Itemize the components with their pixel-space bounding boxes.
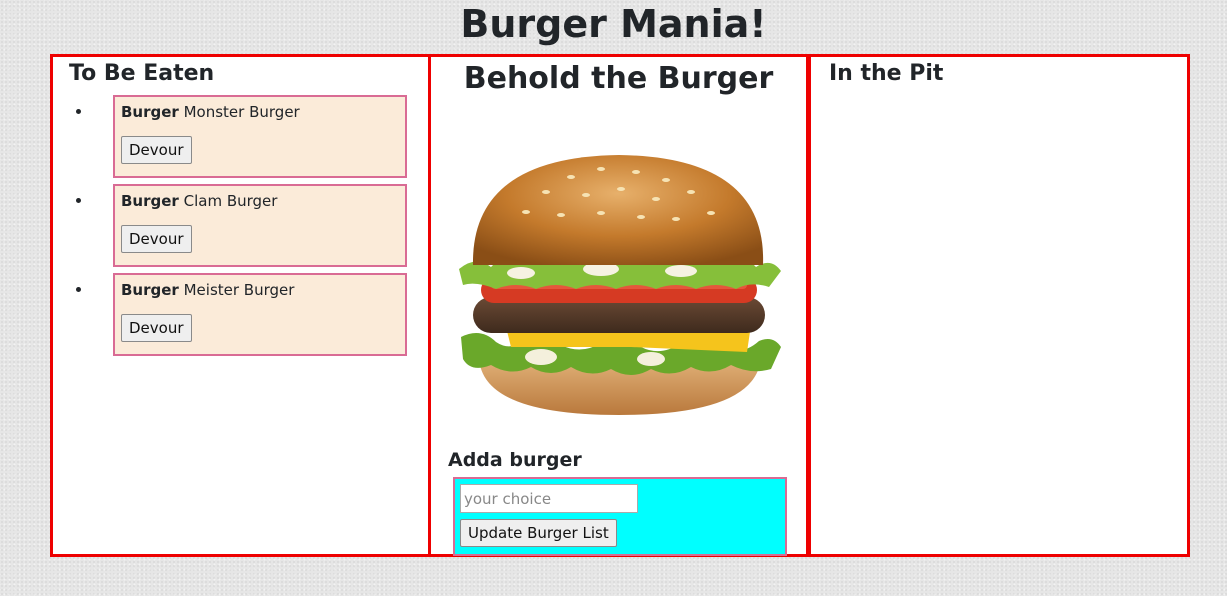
burger-name: Meister Burger: [183, 281, 295, 299]
in-the-pit-heading: In the Pit: [829, 61, 944, 86]
site-title: Burger Mania!: [460, 2, 767, 46]
add-burger-heading: Adda burger: [448, 449, 582, 471]
list-item: Burger Meister Burger Devour: [93, 273, 407, 356]
burger-card: Burger Monster Burger Devour: [113, 95, 407, 178]
burger-name-input[interactable]: [460, 484, 638, 513]
update-burger-list-button[interactable]: Update Burger List: [460, 519, 617, 547]
in-the-pit-panel: In the Pit: [808, 54, 1190, 557]
devour-button[interactable]: Devour: [121, 314, 192, 342]
list-item: Burger Clam Burger Devour: [93, 184, 407, 267]
burger-name: Monster Burger: [183, 103, 300, 121]
devour-button[interactable]: Devour: [121, 136, 192, 164]
burger-kind-label: Burger: [121, 192, 179, 210]
behold-panel: Behold the Burger Adda burger your choic…: [428, 54, 809, 557]
behold-title: Behold the Burger: [463, 61, 774, 96]
burger-card: Burger Meister Burger Devour: [113, 273, 407, 356]
devour-button[interactable]: Devour: [121, 225, 192, 253]
add-burger-form: Update Burger List: [453, 477, 787, 556]
uneaten-burger-list: Burger Monster Burger Devour Burger Clam…: [93, 95, 407, 362]
list-item: Burger Monster Burger Devour: [93, 95, 407, 178]
burger-card: Burger Clam Burger Devour: [113, 184, 407, 267]
burger-name: Clam Burger: [183, 192, 278, 210]
burger-kind-label: Burger: [121, 103, 179, 121]
burger-image: [459, 155, 781, 415]
to-be-eaten-panel: To Be Eaten Burger Monster Burger Devour…: [50, 54, 431, 557]
burger-kind-label: Burger: [121, 281, 179, 299]
to-be-eaten-heading: To Be Eaten: [69, 61, 215, 86]
